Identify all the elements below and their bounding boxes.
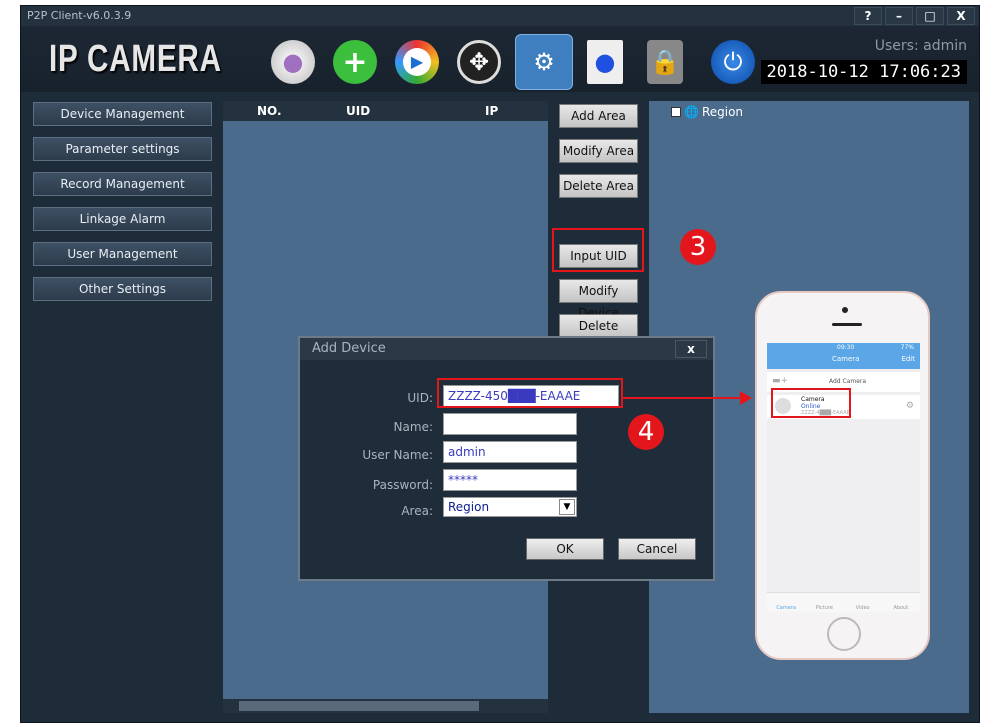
globe-icon: 🌐 [684, 105, 699, 119]
tab-picture[interactable]: Picture [805, 593, 843, 612]
add-device-dialog: Add Device x UID: ZZZZ-450███-EAAAE Name… [298, 336, 715, 581]
step-4-badge: 4 [628, 414, 664, 450]
phone-tab-bar: Camera Picture Video About [767, 592, 920, 612]
sidebar-item-user-management[interactable]: User Management [33, 242, 212, 266]
table-header: NO. UID IP [223, 101, 548, 121]
home-button [827, 617, 861, 651]
cancel-button[interactable]: Cancel [618, 538, 696, 560]
phone-mockup: 09:30 77% Camera Edit ▬+ Add Camera Came… [755, 291, 930, 660]
name-input[interactable] [443, 413, 577, 435]
playback-icon[interactable]: ▶ [395, 40, 439, 84]
tree-node-region[interactable]: 🌐 Region [671, 105, 743, 119]
log-icon[interactable]: ● [587, 40, 623, 84]
add-camera-label: Add Camera [829, 378, 867, 385]
chevron-down-icon[interactable]: ▼ [559, 499, 575, 515]
close-button[interactable]: X [947, 7, 975, 25]
step-3-badge: 3 [680, 229, 716, 265]
username-input[interactable]: admin [443, 441, 577, 463]
area-select[interactable]: Region ▼ [443, 497, 577, 517]
dialog-title: Add Device [300, 338, 713, 360]
column-ip[interactable]: IP [485, 104, 498, 118]
phone-screen: 09:30 77% Camera Edit ▬+ Add Camera Came… [767, 343, 920, 612]
settings-icon[interactable]: ⚙ [515, 34, 573, 90]
phone-battery: 77% [900, 344, 914, 351]
current-user: Users: admin [874, 38, 967, 54]
dialog-close-button[interactable]: x [675, 340, 707, 358]
sidebar-item-device-management[interactable]: Device Management [33, 102, 212, 126]
add-area-button[interactable]: Add Area [559, 104, 638, 128]
tab-about[interactable]: About [882, 593, 920, 612]
add-icon[interactable]: + [333, 40, 377, 84]
username-label: User Name: [362, 448, 433, 462]
highlight-input-uid [552, 228, 644, 272]
arrow-head-icon [740, 391, 752, 405]
clock: 2018-10-12 17:06:23 [760, 60, 967, 84]
phone-title: Camera [832, 355, 860, 363]
minimize-button[interactable]: – [885, 7, 913, 25]
highlight-uid [437, 378, 623, 408]
logo: IP CAMERA [49, 38, 222, 80]
delete-device-button[interactable]: Delete Device [559, 314, 638, 355]
maximize-button[interactable]: □ [916, 7, 944, 25]
gear-icon[interactable]: ⚙ [906, 401, 914, 411]
uid-label: UID: [407, 391, 433, 405]
name-label: Name: [393, 420, 433, 434]
help-button[interactable]: ? [854, 7, 882, 25]
sidebar-item-parameter-settings[interactable]: Parameter settings [33, 137, 212, 161]
phone-edit[interactable]: Edit [901, 355, 915, 363]
password-input[interactable]: ***** [443, 469, 577, 491]
toolbar: IP CAMERA ● + ▶ ✥ ⚙ ● 🔒 ⏻ Users: admin 2… [21, 26, 979, 92]
power-icon[interactable]: ⏻ [711, 40, 755, 84]
area-value: Region [448, 500, 490, 514]
add-camera-icon: ▬+ [772, 376, 789, 386]
ok-button[interactable]: OK [526, 538, 604, 560]
highlight-camera [771, 388, 851, 418]
area-label: Area: [401, 504, 433, 518]
tab-camera[interactable]: Camera [767, 593, 805, 612]
tab-video[interactable]: Video [844, 593, 882, 612]
horizontal-scrollbar[interactable] [223, 699, 548, 713]
column-no[interactable]: NO. [257, 104, 282, 118]
camera-icon[interactable]: ● [271, 40, 315, 84]
delete-area-button[interactable]: Delete Area [559, 174, 638, 198]
window-title: P2P Client-v6.0.3.9 [27, 9, 132, 22]
lock-icon[interactable]: 🔒 [647, 40, 683, 84]
sidebar-item-record-management[interactable]: Record Management [33, 172, 212, 196]
arrow-line [623, 397, 743, 399]
sidebar-item-other-settings[interactable]: Other Settings [33, 277, 212, 301]
title-bar: P2P Client-v6.0.3.9 ? – □ X [21, 6, 979, 26]
checkbox[interactable] [671, 107, 681, 117]
password-label: Password: [372, 478, 433, 492]
sidebar-item-linkage-alarm[interactable]: Linkage Alarm [33, 207, 212, 231]
modify-area-button[interactable]: Modify Area [559, 139, 638, 163]
modify-device-button[interactable]: Modify Device [559, 279, 638, 320]
column-uid[interactable]: UID [346, 104, 370, 118]
film-reel-icon[interactable]: ✥ [457, 40, 501, 84]
phone-time: 09:30 [837, 344, 855, 351]
tree-node-label: Region [701, 105, 744, 119]
